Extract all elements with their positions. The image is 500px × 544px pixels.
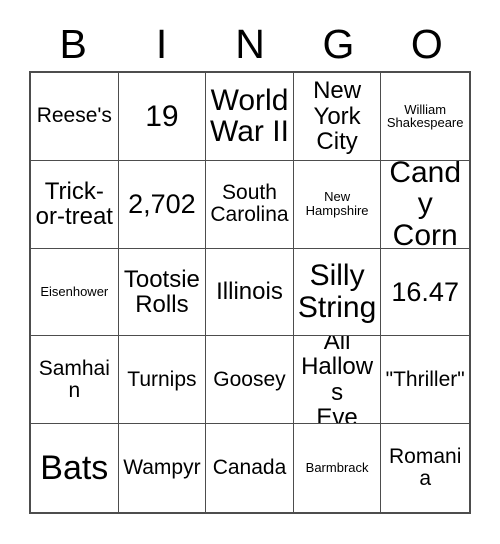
bingo-cell-o4[interactable]: "Thriller" xyxy=(381,336,469,425)
bingo-cell-text: New York City xyxy=(313,77,362,156)
bingo-cell-o2[interactable]: Candy Corn xyxy=(381,161,469,249)
bingo-cell-text: Canada xyxy=(212,455,287,479)
bingo-cell-i3[interactable]: Tootsie Rolls xyxy=(118,248,207,337)
bingo-header-letter-i: I xyxy=(155,20,168,67)
bingo-cell-g3[interactable]: Silly String xyxy=(293,248,382,337)
bingo-cell-text: Goosey xyxy=(213,367,286,391)
bingo-cell-b1[interactable]: Reese's xyxy=(31,73,119,161)
bingo-cell-g4[interactable]: All Hallows Eve xyxy=(293,336,382,425)
bingo-cell-n2[interactable]: South Carolina xyxy=(206,160,294,249)
bingo-cell-text: Candy Corn xyxy=(389,160,462,249)
bingo-cell-text: South Carolina xyxy=(210,180,289,227)
bingo-cell-text: World War II xyxy=(210,83,289,149)
bingo-cell-i2[interactable]: 2,702 xyxy=(118,160,207,249)
bingo-cell-i4[interactable]: Turnips xyxy=(118,336,207,425)
bingo-card: B I N G O Reese's 19 World War II New Yo… xyxy=(0,0,500,544)
bingo-cell-text: Trick- or-treat xyxy=(35,177,113,231)
bingo-cell-i5[interactable]: Wampyr xyxy=(119,424,207,512)
bingo-cell-n5[interactable]: Canada xyxy=(206,424,294,512)
bingo-cell-g5[interactable]: Barmbrack xyxy=(294,424,382,512)
bingo-cell-text: Turnips xyxy=(127,367,197,391)
bingo-cell-text: New Hampshire xyxy=(305,189,369,219)
bingo-cell-text: Silly String xyxy=(297,259,377,324)
bingo-cell-b2[interactable]: Trick- or-treat xyxy=(31,160,119,249)
bingo-cell-text: 19 xyxy=(145,99,179,133)
bingo-header-letter-b: B xyxy=(59,20,87,67)
bingo-cell-text: 2,702 xyxy=(128,188,196,219)
bingo-cell-o1[interactable]: William Shakespeare xyxy=(381,73,469,161)
bingo-cell-o5[interactable]: Romania xyxy=(381,424,469,512)
bingo-cell-i1[interactable]: 19 xyxy=(118,73,207,161)
bingo-cell-text: Eisenhower xyxy=(40,284,109,300)
bingo-cell-text: Bats xyxy=(40,449,109,488)
bingo-header-letter-n: N xyxy=(235,20,265,67)
bingo-header-row: B I N G O xyxy=(29,18,471,70)
bingo-cell-text: All Hallows Eve xyxy=(301,336,374,425)
bingo-cell-text: Samhain xyxy=(38,356,110,402)
bingo-cell-o3[interactable]: 16.47 xyxy=(381,249,469,337)
bingo-cell-n1[interactable]: World War II xyxy=(206,73,294,161)
bingo-cell-text: Wampyr xyxy=(123,455,201,479)
bingo-cell-text: "Thriller" xyxy=(385,367,465,391)
bingo-cell-text: Barmbrack xyxy=(305,460,369,476)
bingo-cell-text: Romania xyxy=(389,444,462,491)
bingo-cell-g1[interactable]: New York City xyxy=(293,73,382,161)
bingo-cell-n4[interactable]: Goosey xyxy=(206,336,294,425)
bingo-header-letter-o: O xyxy=(410,20,443,67)
bingo-cell-b5[interactable]: Bats xyxy=(31,424,119,512)
bingo-cell-g2[interactable]: New Hampshire xyxy=(293,160,382,249)
bingo-cell-b3[interactable]: Eisenhower xyxy=(31,248,119,337)
bingo-cell-text: William Shakespeare xyxy=(386,101,464,131)
bingo-cell-n3[interactable]: Illinois xyxy=(206,248,294,337)
bingo-header-letter-g: G xyxy=(322,20,355,67)
bingo-grid: Reese's 19 World War II New York City Wi… xyxy=(29,71,471,514)
bingo-cell-b4[interactable]: Samhain xyxy=(31,336,119,425)
bingo-cell-text: Reese's xyxy=(36,104,112,128)
bingo-cell-text: Tootsie Rolls xyxy=(123,265,200,318)
bingo-cell-text: Illinois xyxy=(216,278,283,306)
bingo-cell-text: 16.47 xyxy=(391,276,459,307)
